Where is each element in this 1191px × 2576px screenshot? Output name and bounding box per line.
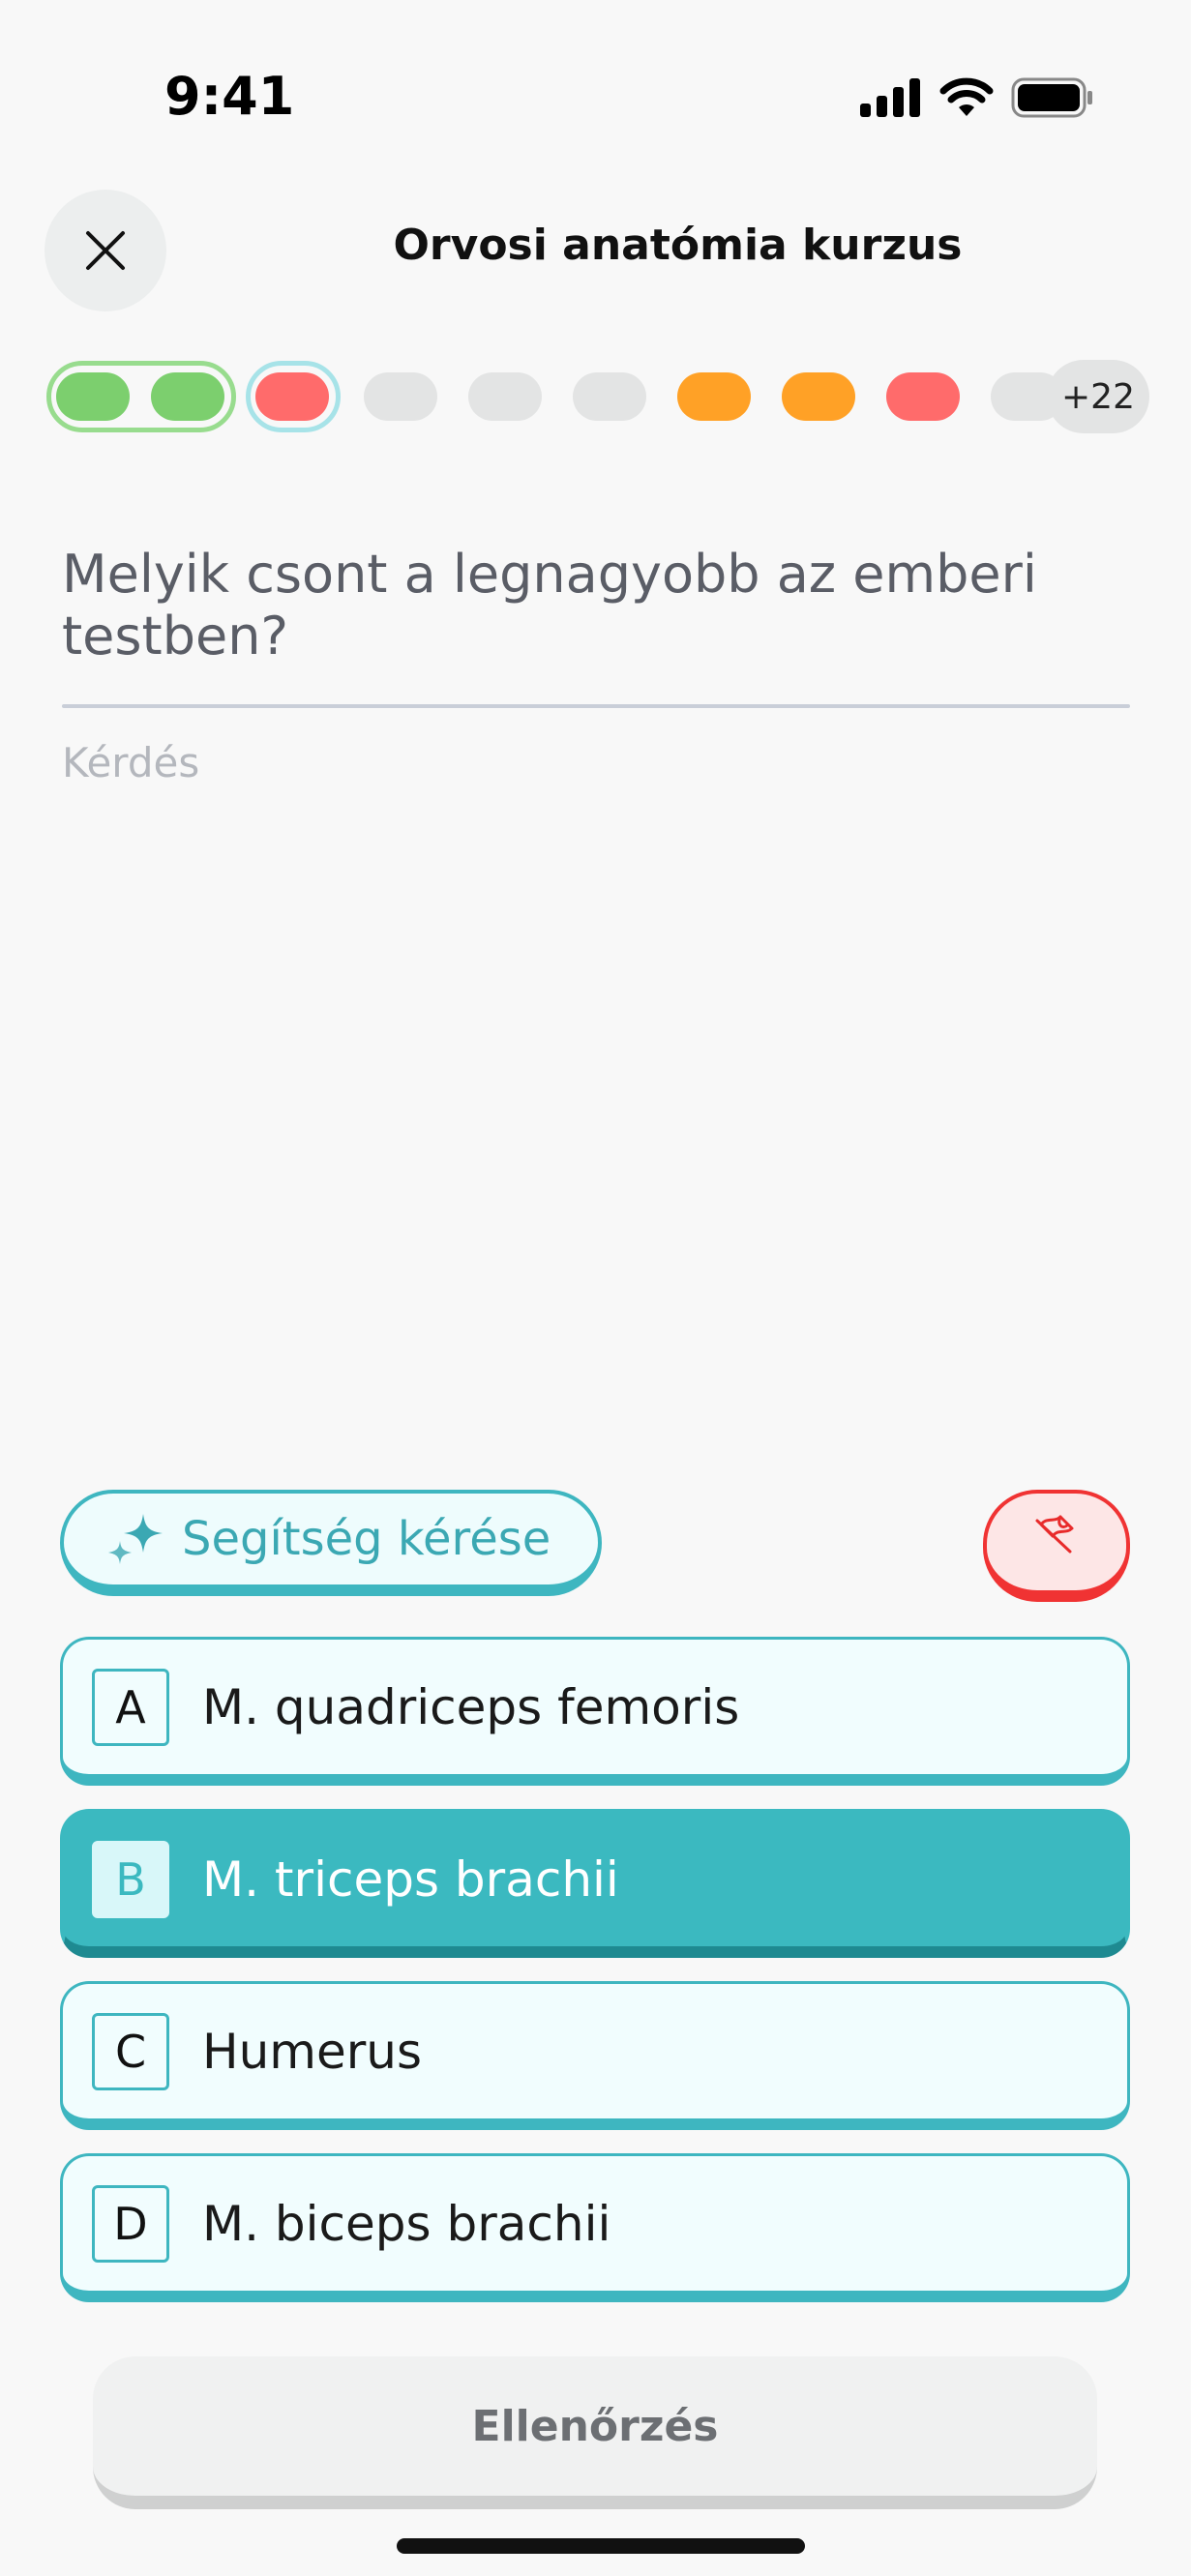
answer-letter: A [92,1668,169,1746]
sparkle-icon [108,1514,163,1564]
ask-help-label: Segítség kérése [182,1512,551,1566]
answer-text: Humerus [202,2023,423,2080]
question-caption: Kérdés [62,739,200,786]
answer-option-b[interactable]: B M. triceps brachii [60,1809,1130,1958]
question-divider [62,704,1130,708]
answer-option-d[interactable]: D M. biceps brachii [60,2153,1130,2302]
progress-pill [782,372,855,421]
status-icons [860,75,1094,120]
flag-icon [1035,1515,1074,1554]
ask-help-button[interactable]: Segítség kérése [60,1490,602,1596]
answer-letter: D [92,2184,169,2263]
wifi-icon [939,77,994,116]
progress-pill [573,372,646,421]
battery-icon [1011,77,1092,118]
answer-text: M. quadriceps femoris [202,1678,740,1735]
progress-pill [56,372,130,421]
check-button-label: Ellenőrzés [471,2401,719,2451]
more-questions-badge[interactable]: +22 [1047,360,1149,433]
progress-pill [151,372,224,421]
page-title: Orvosi anatómia kurzus [393,221,963,270]
answer-text: M. triceps brachii [202,1851,619,1908]
progress-pill [255,372,329,421]
question-progress: +22 [46,358,1149,435]
answer-text: M. biceps brachii [202,2195,611,2252]
answer-letter: C [92,2012,169,2090]
progress-pill [364,372,437,421]
progress-pill [468,372,542,421]
question-text: Melyik csont a legnagyobb az emberi test… [62,544,1037,666]
answer-option-c[interactable]: C Humerus [60,1981,1130,2130]
report-flag-button[interactable] [983,1490,1130,1602]
progress-pill [677,372,751,421]
status-time: 9:41 [164,66,295,127]
answer-letter: B [92,1840,169,1918]
answer-option-a[interactable]: A M. quadriceps femoris [60,1637,1130,1786]
home-indicator [397,2538,805,2554]
cellular-signal-icon [860,78,920,117]
check-button[interactable]: Ellenőrzés [93,2356,1097,2509]
progress-pill [886,372,960,421]
